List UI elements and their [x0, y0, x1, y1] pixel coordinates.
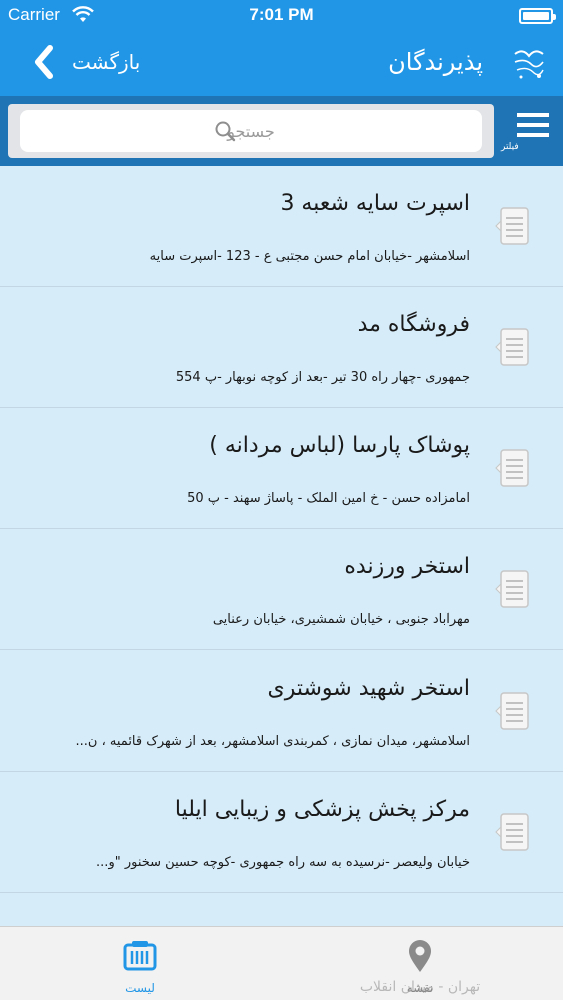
merchant-list: اسپرت سایه شعبه 3 اسلامشهر -خیابان امام … [0, 166, 563, 926]
tab-bar: لیست تهران - میدان انقلاب نقشه [0, 926, 563, 1000]
search-field-wrapper [8, 104, 494, 158]
status-bar: Carrier 7:01 PM [0, 0, 563, 32]
list-item[interactable]: فروشگاه مد جمهوری -چهار راه 30 تیر -بعد … [0, 287, 563, 408]
list-item-address: اسلامشهر -خیابان امام حسن مجتبی ع - 123 … [149, 249, 470, 264]
list-item-address: اسلامشهر، میدان نمازی ، کمربندی اسلامشهر… [75, 734, 471, 749]
document-icon [495, 570, 529, 608]
list-item-title: استخر شهید شوشتری [267, 676, 470, 701]
document-icon [495, 692, 529, 730]
filter-label: فیلتر [501, 142, 519, 152]
tab-map[interactable]: تهران - میدان انقلاب نقشه [320, 927, 520, 1000]
filter-button[interactable]: فیلتر [497, 96, 563, 166]
tab-map-label: نقشه [406, 981, 434, 995]
document-icon [495, 207, 529, 245]
document-icon [495, 449, 529, 487]
app-logo-icon [514, 50, 544, 79]
list-item-title: استخر ورزنده [344, 554, 470, 579]
list-item-title: پوشاک پارسا (لباس مردانه ) [209, 433, 470, 458]
list-item-title: فروشگاه مد [357, 312, 470, 337]
map-pin-icon [409, 940, 431, 972]
search-input[interactable] [20, 110, 482, 152]
list-icon [123, 941, 157, 971]
list-item[interactable]: استخر ورزنده مهرآباد جنوبی ، خیابان شمشی… [0, 529, 563, 650]
chevron-left-icon[interactable] [32, 44, 56, 80]
nav-bar: بازگشت پذیرندگان [0, 32, 563, 96]
tab-list[interactable]: لیست [90, 927, 190, 1000]
battery-icon [519, 8, 556, 24]
list-item-address: خیابان ولیعصر -نرسیده به سه راه جمهوری -… [96, 855, 470, 870]
document-icon [495, 328, 529, 366]
hamburger-menu-icon [517, 113, 549, 137]
list-item[interactable]: اسپرت سایه شعبه 3 اسلامشهر -خیابان امام … [0, 166, 563, 287]
list-item-address: مهرآباد جنوبی ، خیابان شمشیری، خیابان رع… [212, 612, 470, 627]
list-item[interactable]: پوشاک پارسا (لباس مردانه ) امامزاده حسن … [0, 408, 563, 529]
list-item-address: جمهوری -چهار راه 30 تیر -بعد از کوچه نوب… [175, 370, 470, 385]
document-icon [495, 813, 529, 851]
list-item-address: امامزاده حسن - خ امین الملک - پاساژ سهند… [187, 491, 470, 506]
list-item-title: مرکز پخش پزشکی و زیبایی ایلیا [174, 797, 470, 822]
clock: 7:01 PM [249, 5, 314, 24]
list-item-title: اسپرت سایه شعبه 3 [280, 191, 470, 216]
tab-list-label: لیست [125, 981, 155, 995]
list-item[interactable]: مرکز پخش پزشکی و زیبایی ایلیا خیابان ولی… [0, 772, 563, 893]
list-item[interactable]: استخر شهید شوشتری اسلامشهر، میدان نمازی … [0, 651, 563, 772]
search-bar: فیلتر [0, 96, 563, 166]
back-button[interactable]: بازگشت [72, 50, 140, 74]
page-title: پذیرندگان [388, 48, 483, 76]
